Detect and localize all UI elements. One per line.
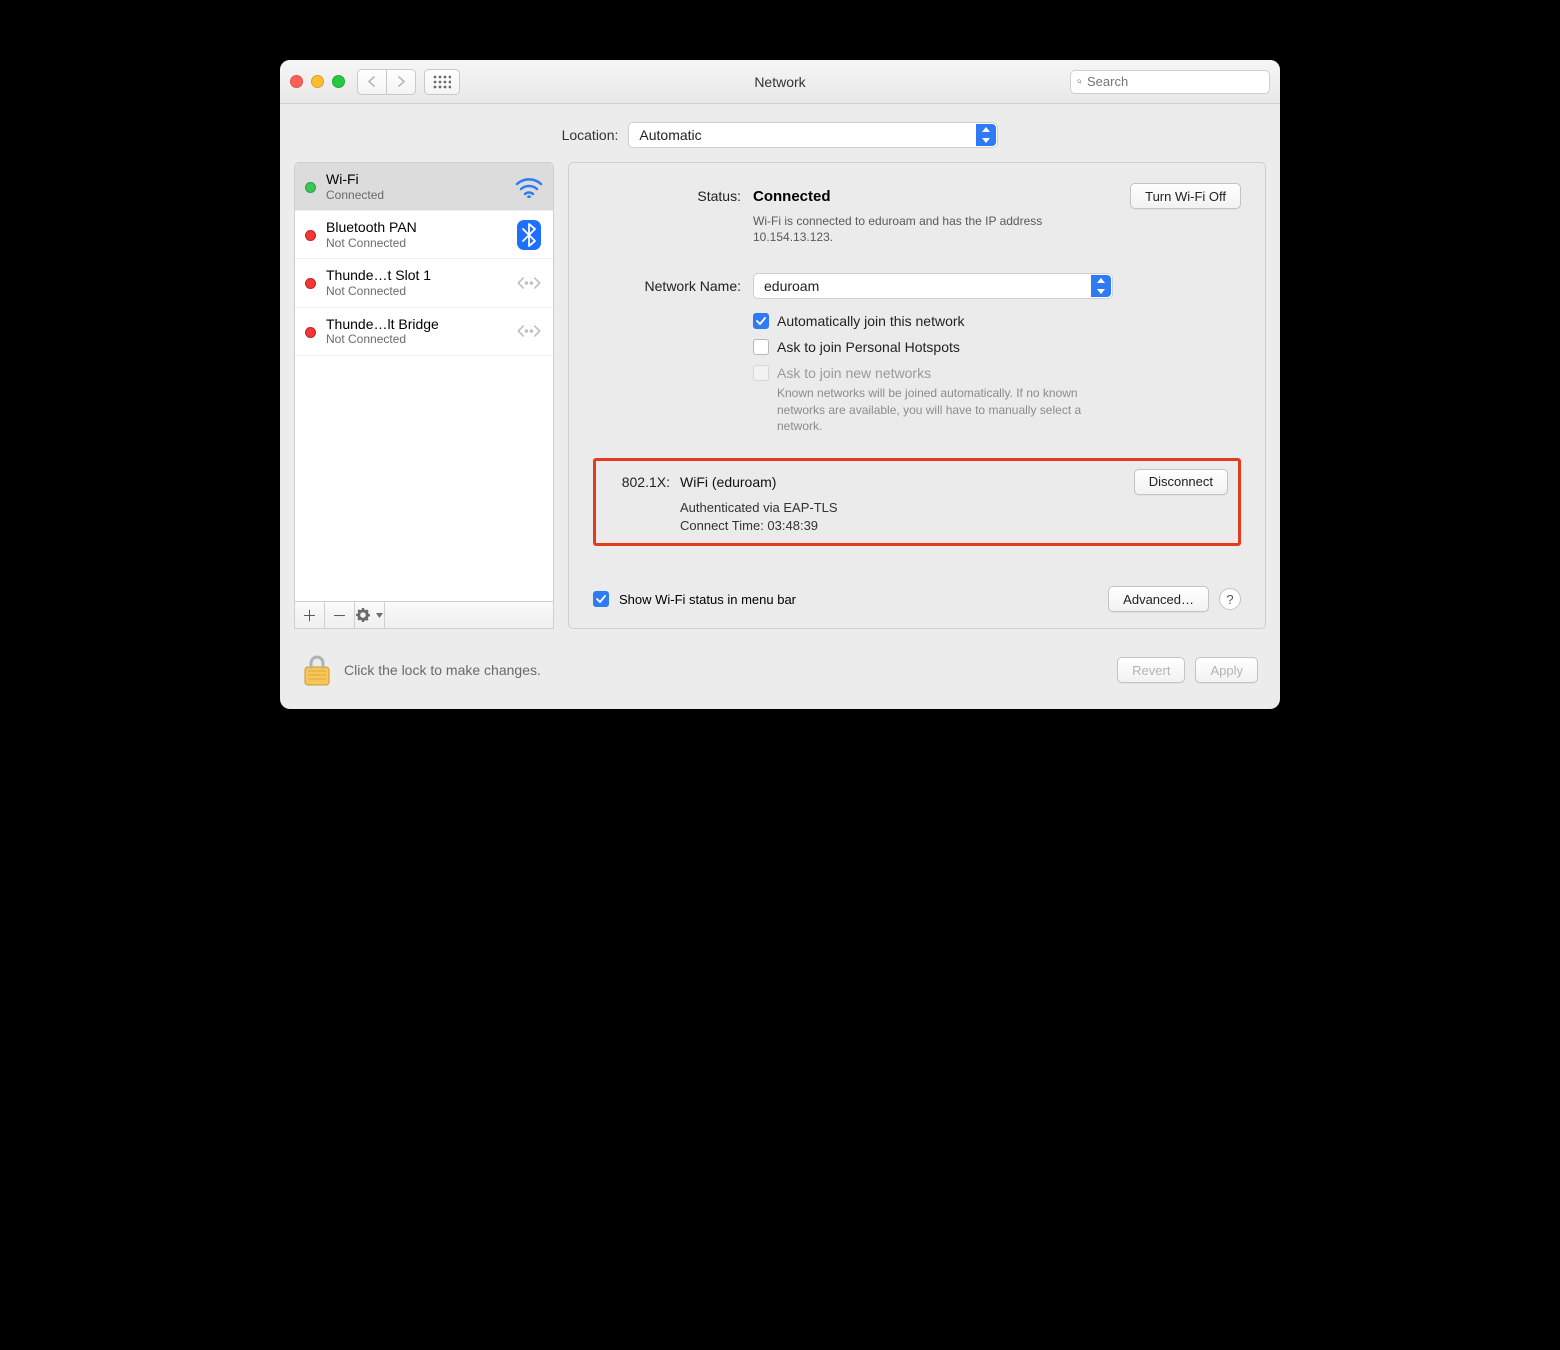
toggle-wifi-button[interactable]: Turn Wi-Fi Off — [1130, 183, 1241, 209]
sidebar-item-bluetooth[interactable]: Bluetooth PAN Not Connected — [295, 211, 553, 259]
interface-status: Not Connected — [326, 236, 505, 250]
sidebar-footer: ＋ － — [295, 601, 553, 628]
status-value: Connected — [753, 188, 831, 205]
minimize-window-button[interactable] — [311, 75, 324, 88]
close-window-button[interactable] — [290, 75, 303, 88]
search-input[interactable] — [1087, 74, 1263, 89]
status-dot — [305, 327, 316, 338]
wifi-icon — [515, 173, 543, 201]
interface-actions-button[interactable] — [355, 602, 385, 628]
thunderbolt-icon — [515, 269, 543, 297]
network-name-label: Network Name: — [593, 273, 753, 299]
search-field[interactable] — [1070, 70, 1270, 94]
detail-panel: Status: Connected Turn Wi-Fi Off Wi-Fi i… — [568, 162, 1266, 629]
dot1x-label: 802.1X: — [606, 469, 680, 495]
interface-name: Wi-Fi — [326, 171, 505, 188]
window-footer: Click the lock to make changes. Revert A… — [280, 643, 1280, 709]
status-dot — [305, 182, 316, 193]
apply-button[interactable]: Apply — [1195, 657, 1258, 683]
traffic-lights — [290, 75, 345, 88]
chevron-down-icon — [376, 613, 383, 618]
dot1x-time: Connect Time: 03:48:39 — [680, 517, 1228, 535]
interface-name: Bluetooth PAN — [326, 219, 505, 236]
bluetooth-icon — [515, 221, 543, 249]
ask-hotspot-checkbox[interactable] — [753, 339, 769, 355]
gear-icon — [356, 608, 374, 622]
ask-hotspot-label: Ask to join Personal Hotspots — [777, 339, 960, 355]
grid-icon — [433, 75, 451, 89]
network-preferences-window: Network Location: Automatic — [280, 60, 1280, 709]
status-dot — [305, 278, 316, 289]
show-all-button[interactable] — [424, 69, 460, 95]
auto-join-label: Automatically join this network — [777, 313, 965, 329]
thunderbolt-icon — [515, 317, 543, 345]
zoom-window-button[interactable] — [332, 75, 345, 88]
interface-name: Thunde…lt Bridge — [326, 316, 505, 333]
show-menu-bar-checkbox[interactable] — [593, 591, 609, 607]
dot1x-auth: Authenticated via EAP-TLS — [680, 499, 1228, 517]
add-interface-button[interactable]: ＋ — [295, 602, 325, 628]
remove-interface-button[interactable]: － — [325, 602, 355, 628]
location-row: Location: Automatic — [280, 104, 1280, 162]
lock-icon[interactable] — [302, 653, 332, 687]
network-name-popup[interactable]: eduroam — [753, 273, 1113, 299]
back-button[interactable] — [357, 69, 387, 95]
revert-button[interactable]: Revert — [1117, 657, 1185, 683]
ask-new-label: Ask to join new networks — [777, 365, 931, 381]
interface-name: Thunde…t Slot 1 — [326, 267, 505, 284]
show-menu-bar-label: Show Wi-Fi status in menu bar — [619, 592, 796, 607]
disconnect-button[interactable]: Disconnect — [1134, 469, 1228, 495]
location-popup[interactable]: Automatic — [628, 122, 998, 148]
status-dot — [305, 230, 316, 241]
interface-status: Connected — [326, 188, 505, 202]
sidebar-item-thunderbolt-bridge[interactable]: Thunde…lt Bridge Not Connected — [295, 308, 553, 356]
ask-new-hint: Known networks will be joined automatica… — [777, 385, 1097, 434]
location-label: Location: — [562, 127, 619, 143]
forward-button[interactable] — [386, 69, 416, 95]
advanced-button[interactable]: Advanced… — [1108, 586, 1209, 612]
auto-join-checkbox[interactable] — [753, 313, 769, 329]
popup-stepper — [976, 124, 996, 146]
help-button[interactable]: ? — [1219, 588, 1241, 610]
ask-new-checkbox — [753, 365, 769, 381]
popup-stepper — [1091, 275, 1111, 297]
interface-sidebar: Wi-Fi Connected Bluetooth PAN Not Connec… — [294, 162, 554, 629]
sidebar-item-wifi[interactable]: Wi-Fi Connected — [295, 163, 553, 211]
sidebar-item-thunderbolt1[interactable]: Thunde…t Slot 1 Not Connected — [295, 259, 553, 307]
interface-status: Not Connected — [326, 332, 505, 346]
dot1x-name: WiFi (eduroam) — [680, 469, 776, 495]
interface-status: Not Connected — [326, 284, 505, 298]
location-value: Automatic — [639, 127, 701, 143]
dot1x-highlight: 802.1X: WiFi (eduroam) Disconnect Authen… — [593, 458, 1241, 546]
titlebar: Network — [280, 60, 1280, 104]
network-name-value: eduroam — [764, 278, 819, 294]
lock-message: Click the lock to make changes. — [344, 662, 541, 678]
search-icon — [1077, 75, 1082, 88]
status-description: Wi-Fi is connected to eduroam and has th… — [753, 213, 1093, 245]
status-label: Status: — [593, 183, 753, 209]
